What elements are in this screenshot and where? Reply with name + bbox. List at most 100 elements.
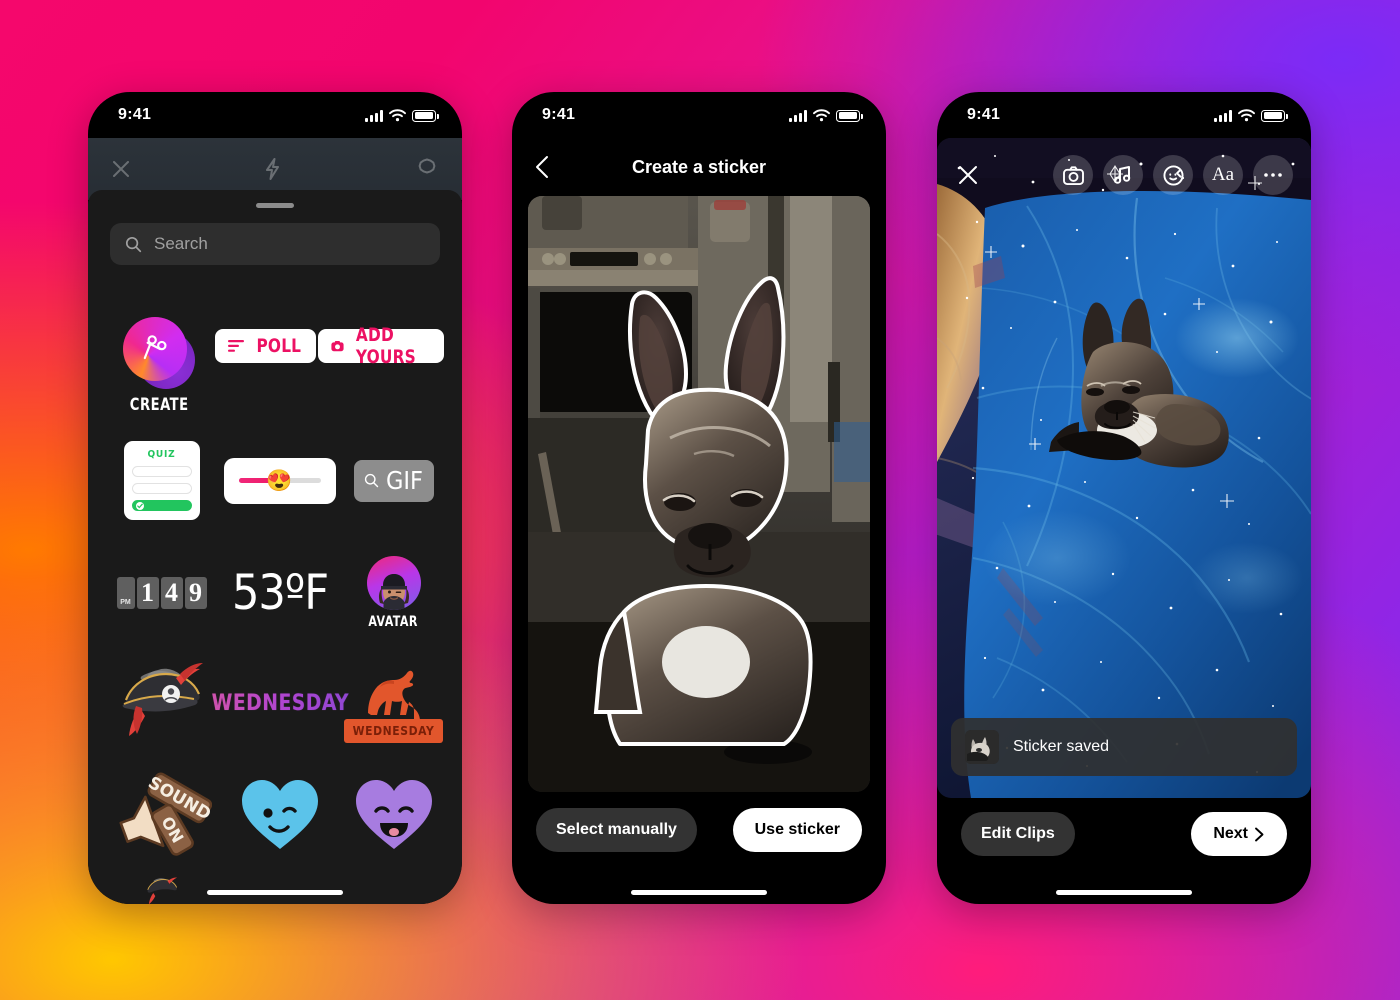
phone2-screen: 9:41 Create a sticker Select manually Us…: [512, 92, 886, 904]
poll-label: POLL: [256, 335, 301, 357]
wifi-icon: [813, 108, 830, 121]
more-dots-icon: [1264, 173, 1282, 177]
status-bar: 9:41: [937, 92, 1311, 138]
phone-sticker-tray: 9:41 Search CREATE POLL ADD YOURS QUIZ 😍…: [88, 92, 462, 904]
quiz-label: QUIZ: [147, 449, 176, 460]
clock-digit: 9: [184, 577, 207, 609]
scissors-icon: [143, 335, 167, 360]
page-title: Create a sticker: [631, 156, 767, 177]
status-bar: 9:41: [88, 92, 462, 138]
camera-icon: [331, 340, 345, 351]
sticker-slider[interactable]: 😍: [218, 457, 343, 504]
sticker-gif[interactable]: GIF: [344, 459, 444, 502]
sticker-heart-blue[interactable]: [218, 775, 343, 853]
music-tool[interactable]: [1103, 155, 1143, 195]
sticker-avatar[interactable]: AVATAR: [344, 556, 444, 630]
slider-emoji: 😍: [266, 469, 293, 492]
sound-on-sticker: SOUND ON: [118, 772, 212, 856]
phone-story-editor: 9:41 Aa Sticker saved Edit Clips Next: [937, 92, 1311, 904]
clock-digit: 1: [136, 577, 159, 609]
gif-label: GIF: [386, 466, 423, 495]
flash-icon[interactable]: [262, 157, 284, 181]
purple-smiling-heart-sticker: [355, 780, 432, 849]
phone3-screen: 9:41 Aa Sticker saved Edit Clips Next: [937, 92, 1311, 904]
search-placeholder: Search: [154, 234, 208, 253]
flip-clock: PM 1 4 9: [116, 577, 207, 609]
status-indicators: [1214, 108, 1288, 122]
sticker-poll[interactable]: POLL: [212, 329, 318, 363]
quiz-option-1: [131, 466, 192, 477]
music-note-icon: [1114, 166, 1131, 184]
battery-icon: [836, 109, 863, 122]
sticker-wednesday-text[interactable]: WEDNESDAY: [211, 691, 348, 716]
sticker-add-yours[interactable]: ADD YOURS: [318, 324, 445, 368]
story-footer: Edit Clips Next: [937, 798, 1311, 904]
sticker-quiz[interactable]: QUIZ: [107, 441, 217, 520]
phone-create-sticker: 9:41 Create a sticker Select manually Us…: [512, 92, 886, 904]
wifi-icon: [389, 108, 406, 121]
status-time: 9:41: [118, 106, 152, 123]
select-manually-button[interactable]: Select manually: [536, 808, 697, 852]
sticker-pirate-hat-partial[interactable]: [107, 874, 217, 904]
sheet-grabber[interactable]: [256, 203, 294, 208]
battery-icon: [412, 109, 439, 122]
sticker-create[interactable]: CREATE: [106, 315, 212, 415]
screenshot-stage: 9:41 Search CREATE POLL ADD YOURS QUIZ 😍…: [0, 0, 1400, 1000]
text-tool[interactable]: Aa: [1203, 155, 1243, 195]
sticker-grid: CREATE POLL ADD YOURS QUIZ 😍 GIF PM 1 4 …: [88, 265, 462, 904]
create-sticker-header: Create a sticker: [512, 138, 886, 196]
avatar-face-icon: [378, 574, 409, 610]
cellular-bars-icon: [365, 110, 383, 122]
search-icon: [125, 236, 142, 252]
sticker-photo[interactable]: [528, 196, 870, 792]
close-icon[interactable]: [110, 158, 132, 180]
status-time: 9:41: [542, 106, 576, 123]
wednesday-label: WEDNESDAY: [211, 690, 349, 716]
check-icon: [135, 501, 144, 510]
story-toolbar: Aa: [937, 150, 1311, 200]
close-icon[interactable]: [955, 162, 981, 188]
add-yours-label: ADD YOURS: [356, 324, 417, 368]
more-tool[interactable]: [1253, 155, 1293, 195]
text-tool-label: Aa: [1211, 164, 1235, 185]
create-label: CREATE: [129, 395, 189, 415]
sticker-tray-sheet: Search CREATE POLL ADD YOURS QUIZ 😍 GIF …: [88, 190, 462, 904]
phone1-screen: 9:41 Search CREATE POLL ADD YOURS QUIZ 😍…: [88, 92, 462, 904]
create-badge: [121, 315, 197, 391]
status-indicators: [365, 108, 439, 122]
galaxy-bed-background: [937, 138, 1311, 798]
pirate-hat-sticker: [122, 663, 203, 736]
camera-icon: [1062, 165, 1084, 185]
next-button[interactable]: Next: [1191, 812, 1287, 856]
sticker-pirate-hat[interactable]: [107, 660, 217, 746]
settings-icon[interactable]: [414, 156, 440, 182]
use-sticker-button[interactable]: Use sticker: [732, 808, 862, 852]
story-canvas[interactable]: [937, 138, 1311, 798]
create-sticker-footer: Select manually Use sticker: [512, 792, 886, 904]
status-bar: 9:41: [512, 92, 886, 138]
camel-sticker: [367, 670, 420, 723]
cellular-bars-icon: [1214, 110, 1232, 122]
status-time: 9:41: [967, 106, 1001, 123]
sticker-saved-toast: Sticker saved: [951, 718, 1297, 776]
sticker-heart-purple[interactable]: [344, 775, 444, 853]
back-button[interactable]: [532, 154, 554, 180]
chevron-right-icon: [1255, 827, 1264, 841]
edit-clips-button[interactable]: Edit Clips: [961, 812, 1075, 856]
dog-kitchen-photo: [528, 196, 870, 792]
poll-bars-icon: [227, 340, 244, 352]
clock-digit: 4: [160, 577, 183, 609]
clock-ampm: PM: [116, 577, 135, 609]
sticker-camel[interactable]: WEDNESDAY: [343, 663, 444, 743]
cellular-bars-icon: [789, 110, 807, 122]
temperature-label: 53ºF: [231, 565, 329, 621]
blue-winking-heart-sticker: [242, 780, 318, 849]
camera-tool[interactable]: [1053, 155, 1093, 195]
avatar-label: AVATAR: [368, 614, 419, 630]
sticker-face-icon: [1162, 164, 1184, 186]
search-input[interactable]: Search: [110, 223, 440, 265]
sticker-clock[interactable]: PM 1 4 9: [107, 577, 217, 609]
sticker-sound-on[interactable]: SOUND ON: [107, 772, 217, 856]
sticker-tool[interactable]: [1153, 155, 1193, 195]
sticker-temperature[interactable]: 53ºF: [218, 565, 343, 621]
